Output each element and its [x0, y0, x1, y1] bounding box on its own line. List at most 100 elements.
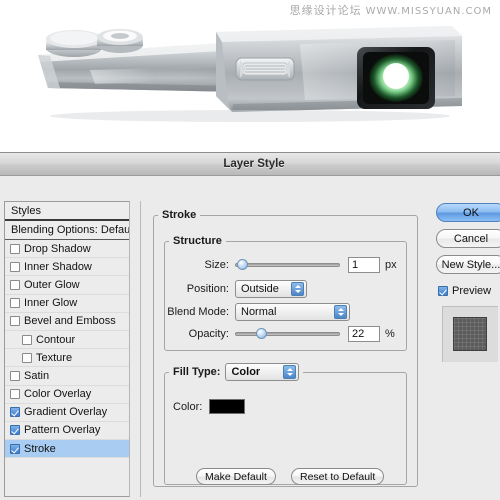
effect-label: Bevel and Emboss	[24, 315, 116, 328]
effect-checkbox[interactable]	[10, 443, 20, 454]
effect-checkbox[interactable]	[10, 298, 20, 309]
dialog-title: Layer Style	[223, 158, 285, 170]
opacity-row: Opacity: %	[165, 326, 400, 342]
camera-svg	[38, 26, 462, 122]
effect-checkbox[interactable]	[10, 316, 20, 327]
camera-photo-area: 思缘设计论坛 WWW.MISSYUAN.COM	[0, 0, 500, 152]
blend-mode-select[interactable]: Normal	[235, 303, 350, 321]
size-label: Size:	[204, 259, 229, 271]
make-default-button[interactable]: Make Default	[196, 468, 276, 485]
effect-label: Pattern Overlay	[24, 424, 101, 437]
effect-row-contour[interactable]: Contour	[5, 330, 129, 350]
effect-label: Stroke	[24, 442, 56, 455]
size-unit: px	[385, 259, 397, 271]
preview-toggle[interactable]: Preview	[438, 285, 491, 297]
structure-group-title: Structure	[173, 235, 222, 247]
effect-checkbox[interactable]	[10, 261, 20, 272]
cancel-button[interactable]: Cancel	[436, 229, 500, 248]
size-row: Size: px	[165, 257, 400, 273]
opacity-unit: %	[385, 328, 395, 340]
effect-row-texture[interactable]: Texture	[5, 349, 129, 368]
chevron-updown-icon[interactable]	[291, 282, 304, 296]
effect-label: Contour	[36, 333, 76, 346]
blend-mode-row: Blend Mode: Normal	[165, 303, 400, 321]
effect-label: Inner Shadow	[24, 260, 92, 273]
watermark-cn: 思缘设计论坛	[289, 4, 362, 17]
opacity-label: Opacity:	[188, 328, 229, 340]
effect-row-inner-shadow[interactable]: Inner Shadow	[5, 258, 129, 277]
preview-thumbnail-pattern	[453, 317, 487, 351]
new-style-button[interactable]: New Style...	[436, 255, 500, 274]
position-label: Position:	[186, 283, 229, 295]
blending-options-row[interactable]: Blending Options: Default	[5, 221, 129, 240]
structure-group: Structure Size: px	[164, 235, 407, 351]
opacity-input[interactable]	[348, 326, 380, 342]
effect-label: Drop Shadow	[24, 242, 91, 255]
fill-type-value: Color	[231, 366, 261, 378]
effect-row-gradient-overlay[interactable]: Gradient Overlay	[5, 403, 129, 422]
watermark-url: WWW.MISSYUAN.COM	[365, 6, 492, 17]
effect-checkbox[interactable]	[10, 243, 20, 254]
stroke-settings-panel: Stroke Structure Size: px	[140, 201, 430, 497]
effect-label: Satin	[24, 369, 50, 382]
opacity-slider-track	[235, 332, 340, 336]
preview-thumbnail	[442, 306, 498, 362]
effect-row-stroke[interactable]: Stroke	[5, 440, 129, 459]
blend-mode-value: Normal	[241, 306, 277, 318]
effect-row-outer-glow[interactable]: Outer Glow	[5, 276, 129, 295]
camera-illustration	[0, 0, 500, 140]
fill-type-select[interactable]: Color	[225, 363, 300, 381]
effect-checkbox[interactable]	[22, 352, 32, 363]
effect-row-drop-shadow[interactable]: Drop Shadow	[5, 240, 129, 259]
size-slider[interactable]	[235, 258, 340, 272]
fill-type-group: Fill Type: Color Color:	[164, 363, 407, 485]
effect-label: Texture	[36, 351, 73, 364]
size-input[interactable]	[348, 257, 380, 273]
layer-style-dialog: Layer Style Styles Blending Options: Def…	[0, 152, 500, 500]
preview-checkbox[interactable]	[438, 286, 448, 296]
position-row: Position: Outside	[165, 280, 400, 298]
position-value: Outside	[241, 283, 279, 295]
opacity-slider[interactable]	[235, 327, 340, 341]
dialog-body: Styles Blending Options: Default Drop Sh…	[0, 176, 500, 500]
ok-button[interactable]: OK	[436, 203, 500, 222]
effect-label: Gradient Overlay	[24, 406, 108, 419]
color-label: Color:	[173, 400, 203, 413]
position-select[interactable]: Outside	[235, 280, 307, 298]
new-style-label: New Style...	[441, 258, 500, 271]
reset-to-default-label: Reset to Default	[291, 468, 385, 485]
fill-type-label: Fill Type:	[173, 366, 221, 378]
screenshot-root: 思缘设计论坛 WWW.MISSYUAN.COM Layer Style Styl…	[0, 0, 500, 500]
dialog-actions: OK Cancel New Style... Preview	[436, 201, 500, 497]
dialog-titlebar[interactable]: Layer Style	[0, 153, 500, 176]
effect-checkbox[interactable]	[10, 279, 20, 290]
stroke-group-title: Stroke	[162, 209, 197, 221]
effect-checkbox[interactable]	[10, 370, 20, 381]
effect-label: Color Overlay	[24, 388, 92, 401]
fill-type-legend: Fill Type: Color	[169, 363, 303, 381]
effect-checkbox[interactable]	[10, 407, 20, 418]
effect-row-color-overlay[interactable]: Color Overlay	[5, 385, 129, 404]
styles-panel: Styles Blending Options: Default Drop Sh…	[4, 201, 130, 497]
chevron-updown-icon[interactable]	[334, 305, 347, 319]
reset-to-default-button[interactable]: Reset to Default	[291, 468, 385, 485]
opacity-slider-knob[interactable]	[255, 328, 267, 339]
make-default-label: Make Default	[196, 468, 276, 485]
effect-checkbox[interactable]	[22, 334, 32, 345]
chevron-updown-icon[interactable]	[283, 365, 297, 379]
effect-checkbox[interactable]	[10, 425, 20, 436]
effect-row-bevel-and-emboss[interactable]: Bevel and Emboss	[5, 312, 129, 331]
effect-row-inner-glow[interactable]: Inner Glow	[5, 294, 129, 313]
cancel-label: Cancel	[453, 232, 489, 245]
size-slider-knob[interactable]	[236, 259, 248, 270]
styles-panel-header[interactable]: Styles	[5, 202, 129, 221]
effect-row-pattern-overlay[interactable]: Pattern Overlay	[5, 421, 129, 441]
effect-row-satin[interactable]: Satin	[5, 367, 129, 386]
blend-mode-label: Blend Mode:	[167, 306, 229, 318]
color-swatch[interactable]	[209, 399, 246, 414]
effect-label: Inner Glow	[24, 297, 78, 310]
effect-checkbox[interactable]	[10, 389, 20, 400]
effects-list: Drop Shadow Inner Shadow Outer Glow Inner G…	[5, 240, 129, 459]
effect-label: Outer Glow	[24, 278, 80, 291]
ok-label: OK	[463, 206, 479, 219]
